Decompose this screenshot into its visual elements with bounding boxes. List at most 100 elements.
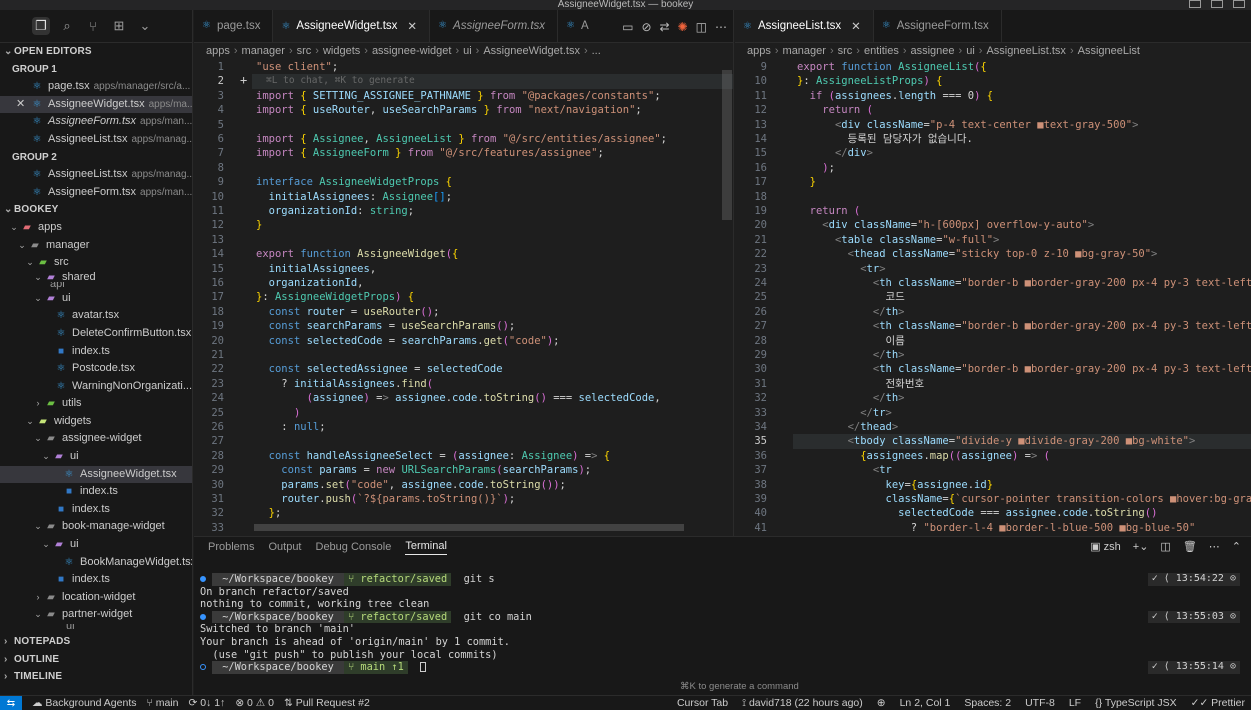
indentation[interactable]: Spaces: 2 [964,697,1011,710]
remote-icon[interactable]: ⇆ [0,695,22,710]
outline-header[interactable]: › OUTLINE [0,651,192,669]
git-blame-status[interactable]: ⟟ david718 (22 hours ago) [742,697,863,710]
code-line[interactable]: organizationId, [256,276,364,290]
toggle-secondary-sidebar-icon[interactable] [1233,0,1245,8]
language-mode[interactable]: {} TypeScript JSX [1095,697,1177,710]
formatter-status[interactable]: ✓✓ Prettier [1191,697,1245,710]
new-terminal-icon[interactable]: +⌄ [1133,540,1149,553]
open-editor-item[interactable]: ⚛ AssigneeList.tsx apps/manag... [0,166,192,184]
code-line[interactable]: const params = new URLSearchParams(searc… [256,463,591,477]
more-icon[interactable]: ⋯ [1209,540,1220,553]
code-line[interactable]: <table className="w-full"> [797,233,999,247]
open-editor-item[interactable]: ✕ ⚛ AssigneeWidget.tsx apps/ma... [0,95,192,114]
command-status-icon[interactable] [200,613,206,620]
zoom-icon[interactable]: ⊕ [877,697,886,710]
split-terminal-icon[interactable]: ◫ [1160,540,1170,553]
breadcrumb-item[interactable]: ui [463,45,472,57]
notepads-header[interactable]: › NOTEPADS [0,633,192,651]
open-editor-item[interactable]: ⚛ AssigneeForm.tsx apps/man... [0,113,192,131]
code-line[interactable]: } [256,218,262,232]
tree-file[interactable]: ⚛ AssigneeWidget.tsx [0,465,192,484]
code-line[interactable]: {assignees.map((assignee) => ( [797,449,1050,463]
code-line[interactable]: export function AssigneeWidget({ [256,247,458,261]
code-line[interactable]: }: AssigneeWidgetProps) { [256,290,414,304]
tree-folder[interactable]: ⌄ ▰ widgets [0,413,192,431]
breadcrumb-item[interactable]: manager [242,45,285,57]
tree-file[interactable]: ⚛ WarningNonOrganizati... [0,378,192,396]
breadcrumb-item[interactable]: manager [783,45,826,57]
code-line[interactable]: router.push(`?${params.toString()}`); [256,492,515,506]
tree-file[interactable]: ⚛ avatar.tsx [0,307,192,325]
code-line[interactable]: if (assignees.length === 0) { [797,89,993,103]
breadcrumb-item[interactable]: apps [747,45,771,57]
code-line[interactable]: <tr [797,463,892,477]
breadcrumb-item[interactable]: assignee [911,45,955,57]
cursor-position[interactable]: Ln 2, Col 1 [900,697,951,710]
tree-file[interactable]: ⚛ BookManageWidget.tsx [0,554,192,572]
code-line[interactable]: <thead className="sticky top-0 z-10 ■bg-… [797,247,1158,261]
code-line[interactable]: params.set("code", assignee.code.toStrin… [256,478,566,492]
code-line[interactable]: ? "border-l-4 ■border-l-blue-500 ■bg-blu… [797,521,1195,535]
code-line[interactable]: key={assignee.id} [797,478,994,492]
chevron-up-icon[interactable]: ⌃ [1232,540,1241,553]
scrollbar[interactable] [722,70,732,220]
code-line[interactable]: ) [256,406,300,420]
code-line[interactable]: import { AssigneeForm } from "@/src/feat… [256,146,604,160]
code-line[interactable]: <th className="border-b ■border-gray-200… [797,362,1251,376]
tree-folder[interactable]: ⌄ ▰ manager [0,237,192,255]
split-editor-icon[interactable]: ◫ [696,20,707,34]
problems-status[interactable]: ⊗ 0 ⚠ 0 [235,697,274,709]
code-line[interactable]: (assignee) => assignee.code.toString() =… [256,391,661,405]
breadcrumb-item[interactable]: apps [206,45,230,57]
tree-folder[interactable]: › ▰ location-widget [0,589,192,607]
code-line[interactable]: const handleAssigneeSelect = (assignee: … [256,449,610,463]
more-icon[interactable]: ⋯ [715,20,727,34]
open-editor-item[interactable]: ⚛ AssigneeList.tsx apps/manag... [0,131,192,149]
tab-assignee-form[interactable]: ⚛ AssigneeForm.tsx [430,10,559,42]
breadcrumb-item[interactable]: widgets [323,45,360,57]
sync-status[interactable]: ⟳ 0↓ 1↑ [188,697,225,709]
code-line[interactable]: const router = useRouter(); [256,305,440,319]
tab-terminal[interactable]: Terminal [405,540,447,555]
code-line[interactable]: import { SETTING_ASSIGNEE_PATHNAME } fro… [256,89,661,103]
horizontal-scrollbar[interactable] [254,524,684,531]
code-editor-right[interactable]: 9 export function AssigneeList({10}: Assi… [735,60,1251,536]
code-line[interactable]: <th className="border-b ■border-gray-200… [797,276,1251,290]
breadcrumb-item[interactable]: src [297,45,312,57]
compare-icon[interactable]: ⇄ [660,20,670,34]
code-line[interactable]: <th className="border-b ■border-gray-200… [797,319,1251,333]
eol[interactable]: LF [1069,697,1081,710]
code-line[interactable]: initialAssignees: Assignee[]; [256,190,452,204]
code-line[interactable]: <div className="h-[600px] overflow-y-aut… [797,218,1094,232]
code-line[interactable]: export function AssigneeList({ [797,60,987,74]
code-line[interactable]: return ( [797,204,861,218]
timeline-header[interactable]: › TIMELINE [0,668,192,686]
code-line[interactable]: 코드 [797,290,905,304]
tree-file[interactable]: ■ index.ts [0,483,192,501]
code-line[interactable]: <div className="p-4 text-center ■text-gr… [797,118,1138,132]
code-line[interactable]: interface AssigneeWidgetProps { [256,175,452,189]
code-line[interactable]: </tr> [797,406,892,420]
code-line[interactable]: 전화번호 [797,377,925,391]
breadcrumb-item[interactable]: assignee-widget [372,45,452,57]
code-line[interactable]: import { Assignee, AssigneeList } from "… [256,132,667,146]
code-line[interactable]: const selectedCode = searchParams.get("c… [256,334,560,348]
tab-assignee-list[interactable]: ⚛ AssigneeList.tsx ✕ [735,10,874,42]
tree-folder[interactable]: ⌄ ▰ ui [0,290,192,308]
tab-output[interactable]: Output [268,541,301,553]
code-line[interactable]: "use client"; [256,60,338,74]
toggle-sidebar-icon[interactable] [1189,0,1201,8]
trash-icon[interactable]: 🗑 [1183,540,1197,553]
tree-folder[interactable]: ⌄ ▰ ui [0,536,192,554]
search-icon[interactable]: ⌕ [58,17,76,35]
tree-file[interactable]: ■ index.ts [0,343,192,361]
chevron-down-icon[interactable]: ⌄ [136,17,154,35]
explorer-icon[interactable]: ❐ [32,17,50,35]
chat-icon[interactable]: ▭ [622,20,633,34]
tree-file[interactable]: ■ index.ts [0,571,192,589]
command-status-icon[interactable] [200,576,206,582]
tab-page[interactable]: ⚛ page.tsx [194,10,274,42]
code-line[interactable]: <tbody className="divide-y ■divide-gray-… [797,434,1196,448]
breadcrumb-item[interactable]: AssigneeWidget.tsx [483,45,580,57]
code-line[interactable]: import { useRouter, useSearchParams } fr… [256,103,642,117]
